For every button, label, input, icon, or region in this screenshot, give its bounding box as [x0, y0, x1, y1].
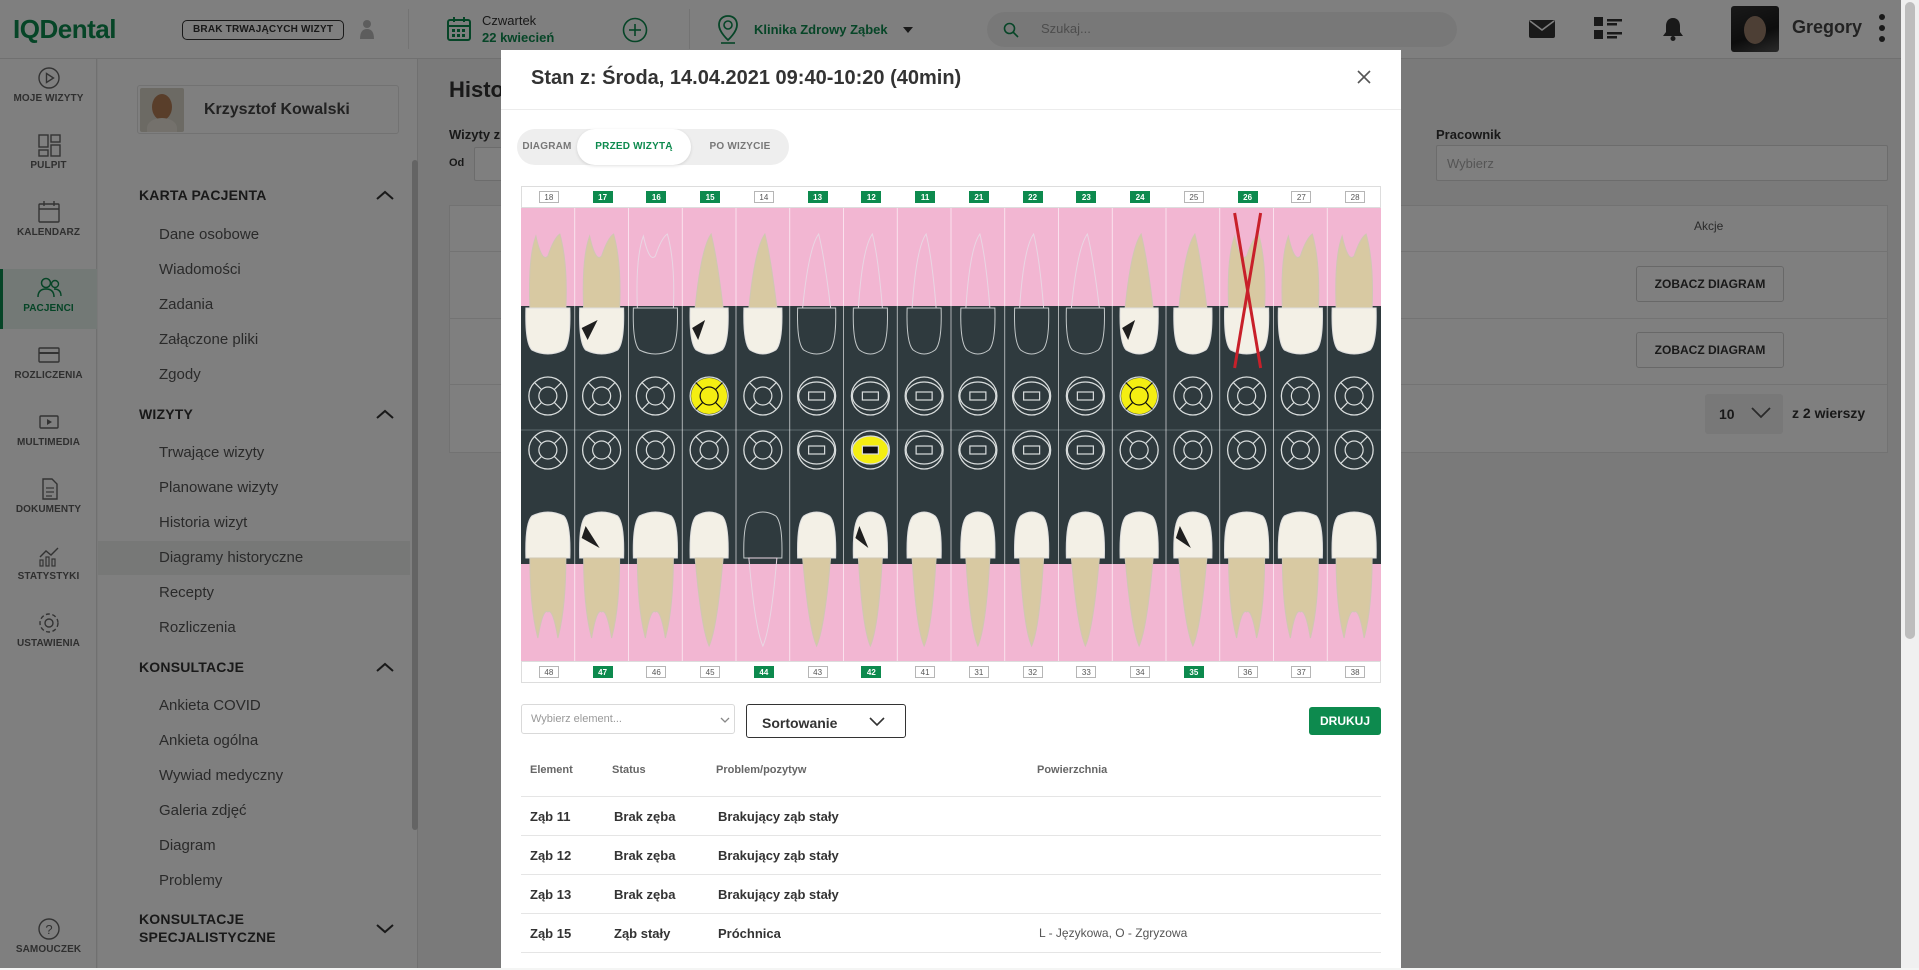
print-button[interactable]: DRUKUJ [1309, 707, 1381, 735]
tooth-number-27[interactable]: 27 [1291, 191, 1312, 203]
cell-status: Brak zęba [614, 809, 676, 824]
tooth-number-16[interactable]: 16 [646, 191, 667, 203]
cell-status: Ząb stały [614, 926, 671, 941]
tooth-number-12[interactable]: 12 [861, 191, 882, 203]
table-row[interactable]: Ząb 12 Brak zęba Brakujący ząb stały [521, 835, 1381, 874]
tooth-number-37[interactable]: 37 [1291, 666, 1312, 678]
scrollbar-thumb[interactable] [1905, 2, 1915, 639]
tooth-number-11[interactable]: 11 [915, 191, 936, 203]
element-select[interactable]: Wybierz element... [521, 704, 735, 734]
sort-label: Sortowanie [762, 715, 838, 731]
tooth-number-45[interactable]: 45 [700, 666, 721, 678]
chevron-down-icon [720, 717, 730, 723]
tooth-number-31[interactable]: 31 [968, 666, 989, 678]
element-select-placeholder: Wybierz element... [531, 713, 622, 725]
col-header-surface: Powierzchnia [1037, 764, 1108, 776]
cell-problem: Próchnica [718, 926, 781, 941]
tooth-number-23[interactable]: 23 [1076, 191, 1097, 203]
upper-tooth-numbers: 18 17 16 15 14 13 12 11 21 22 23 24 25 26 27 28 [521, 186, 1381, 208]
table-row[interactable]: Ząb 13 Brak zęba Brakujący ząb stały [521, 874, 1381, 913]
tooth-number-14[interactable]: 14 [753, 191, 774, 203]
tab-before-visit[interactable]: PRZED WIZYTĄ [577, 129, 691, 165]
tooth-number-36[interactable]: 36 [1237, 666, 1258, 678]
table-row[interactable]: Ząb 15 Ząb stały Próchnica L - Językowa,… [521, 913, 1381, 952]
tooth-number-13[interactable]: 13 [807, 191, 828, 203]
table-row[interactable]: Ząb 11 Brak zęba Brakujący ząb stały [521, 796, 1381, 835]
cell-element: Ząb 13 [530, 887, 572, 902]
col-header-problem: Problem/pozytyw [716, 764, 807, 776]
col-header-status: Status [612, 764, 646, 776]
modal-header: Stan z: Środa, 14.04.2021 09:40-10:20 (4… [501, 50, 1401, 110]
tooth-number-22[interactable]: 22 [1022, 191, 1043, 203]
tooth-number-28[interactable]: 28 [1345, 191, 1366, 203]
sort-dropdown[interactable]: Sortowanie [746, 704, 906, 738]
close-button[interactable] [1356, 69, 1372, 90]
chevron-down-icon [869, 717, 885, 727]
lower-tooth-numbers: 48 47 46 45 44 43 42 41 31 32 33 34 35 36 37 38 [521, 661, 1381, 683]
page-scrollbar[interactable] [1901, 0, 1919, 968]
tooth-number-33[interactable]: 33 [1076, 666, 1097, 678]
cell-status: Brak zęba [614, 848, 676, 863]
tooth-number-18[interactable]: 18 [538, 191, 559, 203]
teeth-diagram[interactable] [521, 208, 1381, 661]
tooth-number-15[interactable]: 15 [700, 191, 721, 203]
tooth-number-47[interactable]: 47 [592, 666, 613, 678]
tooth-number-34[interactable]: 34 [1130, 666, 1151, 678]
cell-status: Brak zęba [614, 887, 676, 902]
table-row[interactable] [521, 952, 1381, 968]
tab-diagram[interactable]: DIAGRAM [517, 129, 577, 165]
tooth-number-25[interactable]: 25 [1183, 191, 1204, 203]
tooth-number-42[interactable]: 42 [861, 666, 882, 678]
cell-problem: Brakujący ząb stały [718, 809, 839, 824]
cell-problem: Brakujący ząb stały [718, 848, 839, 863]
tab-after-visit[interactable]: PO WIZYCIE [691, 129, 789, 165]
tooth-number-44[interactable]: 44 [753, 666, 774, 678]
tooth-number-41[interactable]: 41 [915, 666, 936, 678]
cell-problem: Brakujący ząb stały [718, 887, 839, 902]
cell-element: Ząb 11 [530, 809, 571, 824]
dental-chart[interactable]: 18 17 16 15 14 13 12 11 21 22 23 24 25 26 27 28 48 47 46 4… [521, 186, 1381, 683]
cell-element: Ząb 12 [530, 848, 572, 863]
tooth-number-32[interactable]: 32 [1022, 666, 1043, 678]
state-tabs: DIAGRAM PRZED WIZYTĄ PO WIZYCIE [517, 129, 789, 165]
tooth-number-46[interactable]: 46 [646, 666, 667, 678]
tooth-number-38[interactable]: 38 [1345, 666, 1366, 678]
tooth-number-48[interactable]: 48 [538, 666, 559, 678]
tooth-number-21[interactable]: 21 [968, 191, 989, 203]
tooth-number-24[interactable]: 24 [1130, 191, 1151, 203]
close-icon [1357, 70, 1371, 84]
modal-title: Stan z: Środa, 14.04.2021 09:40-10:20 (4… [531, 67, 962, 89]
cell-element: Ząb 15 [530, 926, 572, 941]
col-header-element: Element [530, 764, 573, 776]
tooth-number-35[interactable]: 35 [1183, 666, 1204, 678]
tooth-number-43[interactable]: 43 [807, 666, 828, 678]
tooth-number-17[interactable]: 17 [592, 191, 613, 203]
cell-surface: L - Językowa, O - Zgryzowa [1039, 926, 1188, 940]
tooth-number-26[interactable]: 26 [1237, 191, 1258, 203]
